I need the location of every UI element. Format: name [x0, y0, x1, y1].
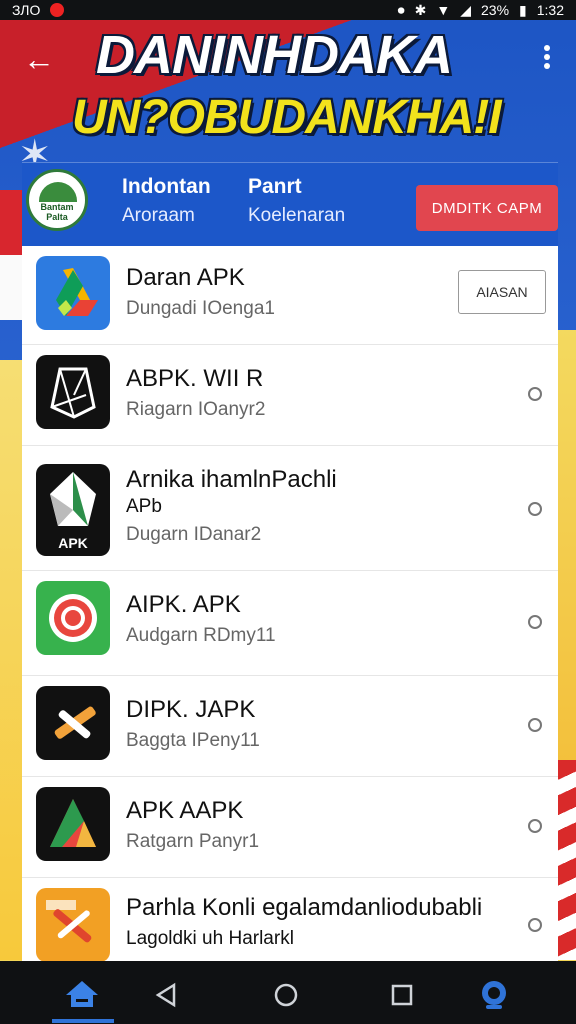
status-bar: ЗЛО ⏺ ✱ ▼ ◢ 23% ▮ 1:32 — [0, 0, 576, 20]
notification-icon — [50, 3, 65, 17]
recents-nav-icon[interactable] — [382, 975, 422, 1015]
app-subtitle: Riagarn IOanyr2 — [126, 399, 266, 420]
app-icon-target — [36, 581, 110, 655]
home-nav-icon[interactable] — [266, 975, 306, 1015]
battery-percent: 23% — [481, 2, 510, 18]
select-radio[interactable] — [528, 615, 542, 629]
list-item[interactable]: AIPK. APK Audgarn RDmy11 — [22, 571, 558, 676]
app-name-line2: APb — [126, 496, 162, 517]
app-subtitle: Lagoldki uh Harlarkl — [126, 928, 294, 949]
app-subtitle: Audgarn RDmy11 — [126, 625, 276, 646]
app-icon-triangle — [36, 787, 110, 861]
signal-icon: ◢ — [460, 1, 471, 18]
select-radio[interactable] — [528, 819, 542, 833]
back-nav-icon[interactable] — [146, 975, 186, 1015]
select-radio[interactable] — [528, 387, 542, 401]
page-subtitle: UN?OBUDANKHA!I — [72, 91, 502, 144]
app-subtitle: Ratgarn Panyr1 — [126, 831, 260, 852]
app-name: Parhla Konli egalamdanliodubabli — [126, 894, 483, 921]
app-subtitle: Baggta IPeny11 — [126, 730, 260, 751]
background-stripe-left — [0, 360, 22, 960]
profile-col2-title: Panrt — [248, 175, 302, 198]
alarm-icon: ⏺ — [397, 1, 405, 18]
page-title: DANINHDAKA — [96, 25, 453, 85]
active-tab-indicator — [52, 1019, 114, 1023]
install-button[interactable]: AIASAN — [458, 270, 546, 314]
home-icon[interactable] — [62, 975, 102, 1015]
flag-stripes-decoration — [558, 760, 576, 960]
svg-text:APK: APK — [58, 535, 88, 551]
select-radio[interactable] — [528, 718, 542, 732]
profile-column-2: Panrt Koelenaran — [248, 175, 345, 227]
app-list: Daran APK Dungadi IOenga1 AIASAN ABPK. W… — [22, 246, 558, 961]
list-item[interactable]: ABPK. WII R Riagarn IOanyr2 — [22, 345, 558, 446]
more-options-icon[interactable] — [540, 42, 554, 76]
app-name: Daran APK — [126, 264, 245, 291]
wifi-icon: ▼ — [436, 2, 451, 18]
app-icon-tools — [36, 686, 110, 760]
app-header: ← DANINHDAKA UN?OBUDANKHA!I ✶ — [0, 20, 576, 177]
bluetooth-icon: ✱ — [414, 1, 427, 18]
cta-button[interactable]: DMDITK CAPM — [416, 185, 558, 231]
logo-text: Bantam Palta — [40, 202, 74, 222]
profile-col2-sub: Koelenaran — [248, 205, 346, 226]
profile-col1-title: Indontan — [122, 175, 211, 198]
app-icon-drive — [36, 256, 110, 330]
list-item[interactable]: DIPK. JAPK Baggta IPeny11 — [22, 676, 558, 777]
profile-card: Bantam Palta Indontan Aroraam Panrt Koel… — [22, 162, 558, 247]
assistant-icon[interactable] — [474, 975, 514, 1015]
app-name: AIPK. APK — [126, 591, 241, 618]
list-item[interactable]: APK AAPK Ratgarn Panyr1 — [22, 777, 558, 878]
app-subtitle: Dugarn IDanar2 — [126, 524, 262, 545]
list-item[interactable]: Daran APK Dungadi IOenga1 AIASAN — [22, 246, 558, 345]
app-name: APK AAPK — [126, 797, 244, 824]
brand-logo: Bantam Palta — [26, 169, 88, 231]
clock: 1:32 — [536, 2, 564, 18]
app-icon-crystal — [36, 355, 110, 429]
back-arrow-icon[interactable]: ← — [22, 42, 56, 76]
profile-column-1: Indontan Aroraam — [122, 175, 211, 227]
battery-icon: ▮ — [519, 1, 527, 18]
list-item[interactable]: Parhla Konli egalamdanliodubabli Lagoldk… — [22, 878, 558, 961]
app-name: DIPK. JAPK — [126, 696, 256, 723]
select-radio[interactable] — [528, 918, 542, 932]
app-name: Arnika ihamlnPachli — [126, 466, 337, 493]
profile-col1-sub: Aroraam — [122, 205, 195, 226]
app-icon-pencil — [36, 888, 110, 961]
logo-hill-icon — [39, 182, 77, 202]
bottom-navigation-bar — [0, 961, 576, 1024]
app-name: ABPK. WII R — [126, 365, 264, 392]
status-left-text: ЗЛО — [12, 2, 41, 18]
app-icon-apk: APK — [36, 464, 110, 556]
list-item[interactable]: APK Arnika ihamlnPachli APb Dugarn IDana… — [22, 446, 558, 571]
app-subtitle: Dungadi IOenga1 — [126, 298, 275, 319]
select-radio[interactable] — [528, 502, 542, 516]
